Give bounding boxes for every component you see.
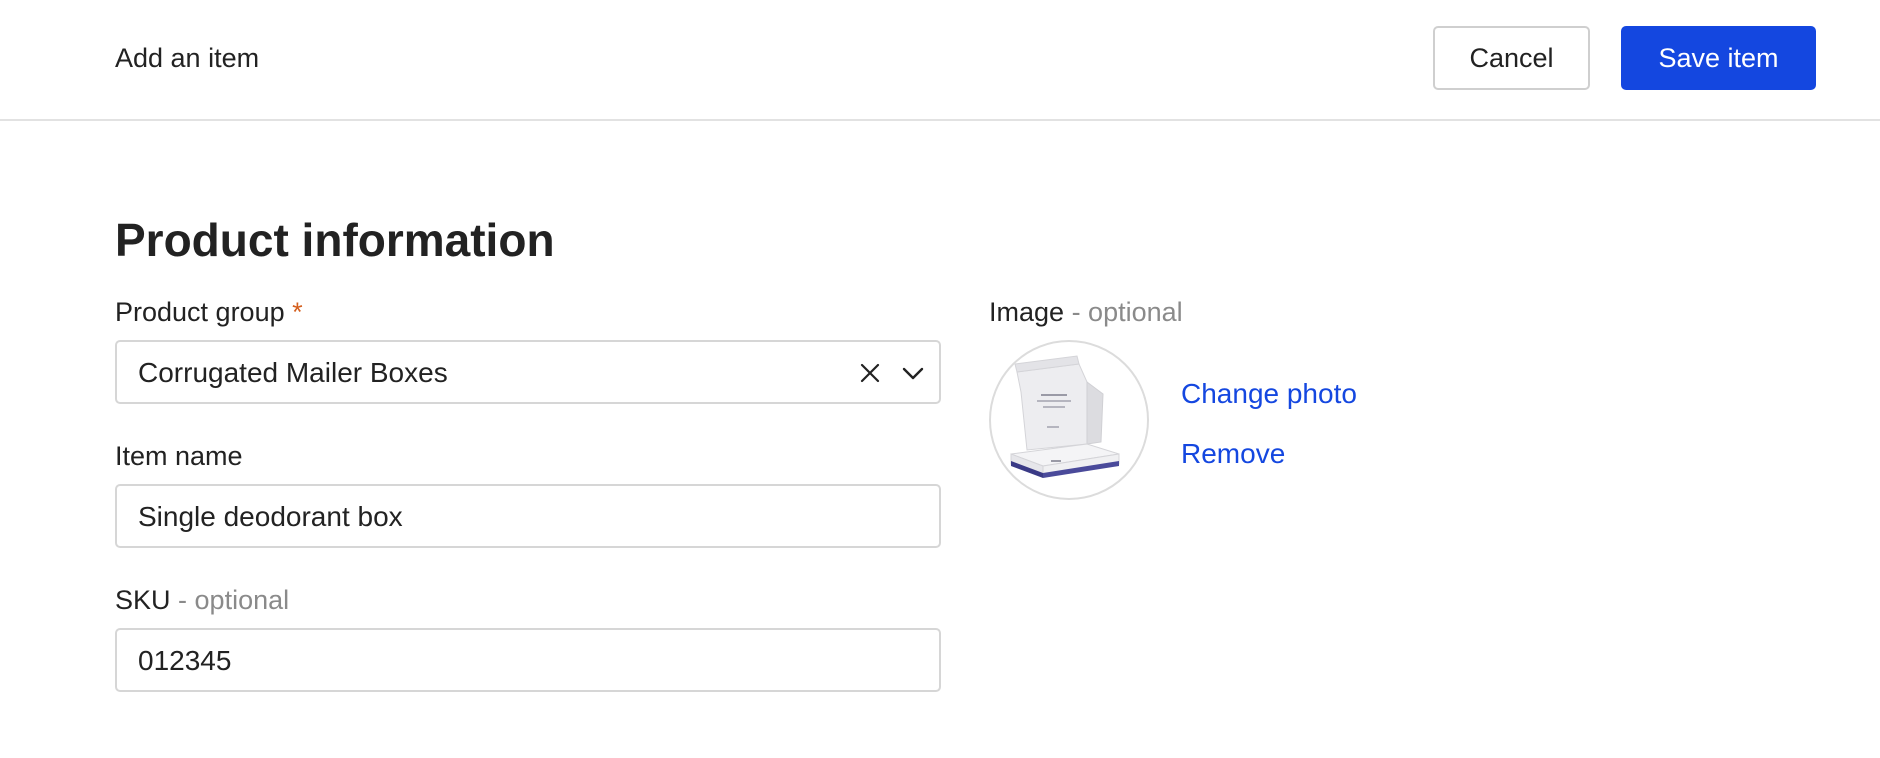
product-group-label: Product group *: [115, 295, 303, 329]
sku-label-text: SKU: [115, 585, 171, 615]
page-header: Add an item Cancel Save item: [0, 0, 1880, 121]
sku-input[interactable]: 012345: [115, 628, 941, 692]
image-optional-suffix: - optional: [1071, 297, 1183, 327]
product-image-thumbnail: [989, 340, 1149, 500]
save-item-button[interactable]: Save item: [1621, 26, 1816, 90]
item-name-label: Item name: [115, 441, 243, 471]
sku-label: SKU - optional: [115, 583, 289, 617]
image-label: Image - optional: [989, 295, 1183, 329]
remove-photo-link[interactable]: Remove: [1181, 436, 1285, 472]
cancel-button[interactable]: Cancel: [1433, 26, 1590, 90]
page-header-title: Add an item: [115, 43, 260, 73]
product-group-label-text: Product group: [115, 297, 285, 327]
chevron-down-icon[interactable]: [901, 362, 925, 384]
product-group-select[interactable]: Corrugated Mailer Boxes: [115, 340, 941, 404]
close-icon[interactable]: [859, 362, 881, 384]
item-name-input[interactable]: Single deodorant box: [115, 484, 941, 548]
sku-optional-suffix: - optional: [178, 585, 290, 615]
mailer-box-image: [1010, 355, 1120, 478]
section-title: Product information: [115, 214, 555, 266]
change-photo-link[interactable]: Change photo: [1181, 376, 1357, 412]
sku-value: 012345: [138, 645, 232, 676]
item-name-value: Single deodorant box: [138, 501, 403, 532]
product-group-value: Corrugated Mailer Boxes: [138, 357, 448, 388]
image-label-text: Image: [989, 297, 1065, 327]
required-marker: *: [292, 297, 303, 327]
